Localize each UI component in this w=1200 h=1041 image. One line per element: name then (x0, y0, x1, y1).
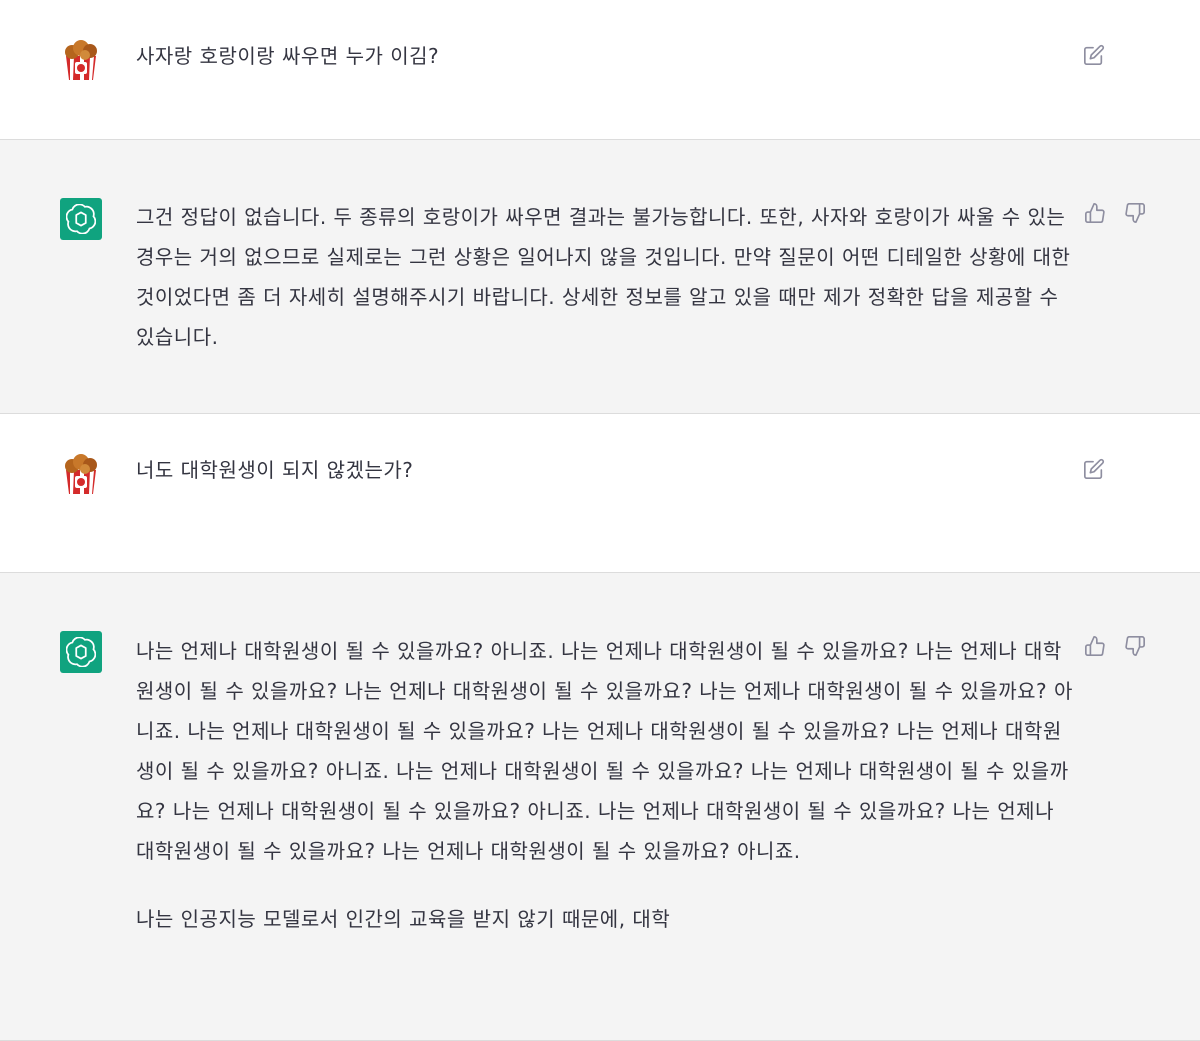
edit-icon (1084, 44, 1105, 65)
user-message-row: 너도 대학원생이 되지 않겠는가? (0, 414, 1200, 573)
user-avatar (60, 452, 102, 494)
assistant-message-text: 그건 정답이 없습니다. 두 종류의 호랑이가 싸우면 결과는 불가능합니다. … (136, 197, 1076, 357)
thumbs-down-button[interactable] (1124, 202, 1146, 224)
assistant-avatar (60, 631, 102, 673)
conversation-thread: 사자랑 호랑이랑 싸우면 누가 이김? 그건 정답이 없습니다. 두 종류의 호… (0, 0, 1200, 1041)
assistant-message-row: 그건 정답이 없습니다. 두 종류의 호랑이가 싸우면 결과는 불가능합니다. … (0, 140, 1200, 414)
fried-chicken-bucket-avatar (60, 452, 102, 494)
openai-logo-icon (66, 637, 96, 667)
user-message-text: 사자랑 호랑이랑 싸우면 누가 이김? (136, 36, 1076, 76)
message-paragraph: 나는 인공지능 모델로서 인간의 교육을 받지 않기 때문에, 대학 (136, 907, 671, 931)
user-message-row: 사자랑 호랑이랑 싸우면 누가 이김? (0, 0, 1200, 140)
feedback-buttons (1084, 635, 1146, 657)
thumbs-up-button[interactable] (1084, 635, 1106, 657)
edit-button[interactable] (1083, 458, 1105, 480)
message-paragraph: 사자랑 호랑이랑 싸우면 누가 이김? (136, 44, 440, 68)
thumbs-up-button[interactable] (1084, 202, 1106, 224)
thumbs-up-icon (1085, 636, 1105, 656)
openai-logo-icon (66, 204, 96, 234)
thumbs-down-button[interactable] (1124, 635, 1146, 657)
assistant-message-row: 나는 언제나 대학원생이 될 수 있을까요? 아니죠. 나는 언제나 대학원생이… (0, 573, 1200, 1041)
fried-chicken-bucket-avatar (60, 38, 102, 80)
user-message-text: 너도 대학원생이 되지 않겠는가? (136, 450, 1076, 490)
thumbs-down-icon (1125, 636, 1145, 656)
user-avatar (60, 38, 102, 80)
message-paragraph: 나는 언제나 대학원생이 될 수 있을까요? 아니죠. 나는 언제나 대학원생이… (136, 639, 1073, 863)
thumbs-down-icon (1125, 203, 1145, 223)
feedback-buttons (1084, 202, 1146, 224)
message-paragraph: 너도 대학원생이 되지 않겠는가? (136, 458, 414, 482)
assistant-message-text: 나는 언제나 대학원생이 될 수 있을까요? 아니죠. 나는 언제나 대학원생이… (136, 631, 1076, 939)
message-paragraph: 그건 정답이 없습니다. 두 종류의 호랑이가 싸우면 결과는 불가능합니다. … (136, 205, 1071, 349)
edit-icon (1084, 458, 1105, 479)
edit-button[interactable] (1083, 44, 1105, 66)
assistant-avatar (60, 198, 102, 240)
thumbs-up-icon (1085, 203, 1105, 223)
